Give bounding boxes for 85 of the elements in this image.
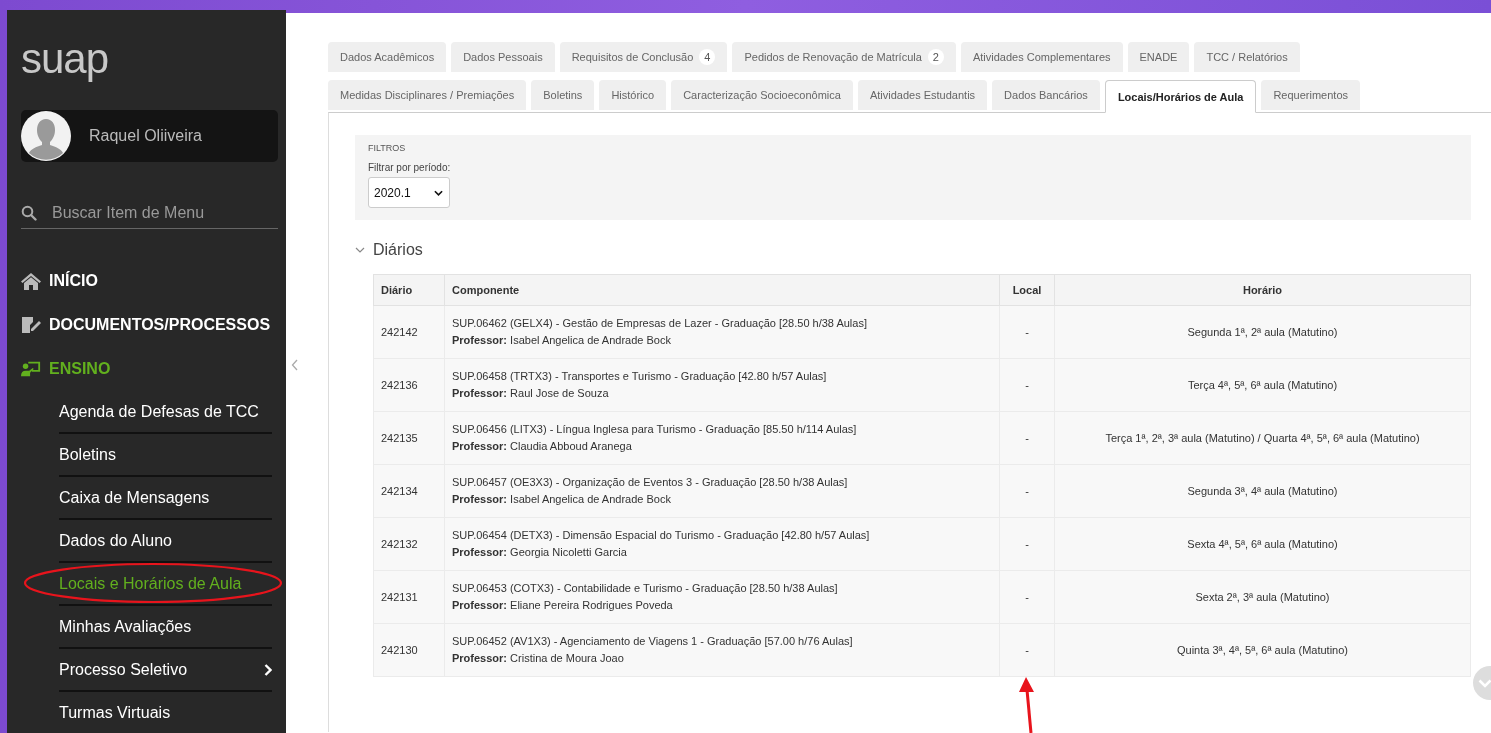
tab[interactable]: Pedidos de Renovação de Matrícula 2 <box>732 42 956 72</box>
table-cell: Segunda 3ª, 4ª aula (Matutino) <box>1054 464 1471 518</box>
tab[interactable]: Caracterização Socioeconômica <box>671 80 853 110</box>
professor-text: Professor: Isabel Angelica de Andrade Bock <box>452 492 672 507</box>
table-cell: Sexta 2ª, 3ª aula (Matutino) <box>1054 570 1471 624</box>
professor-text: Professor: Isabel Angelica de Andrade Bock <box>452 333 672 348</box>
table-cell: Quinta 3ª, 4ª, 5ª, 6ª aula (Matutino) <box>1054 623 1471 677</box>
component-text: SUP.06456 (LITX3) - Língua Inglesa para Turismo - Graduação [85.50 h/114 Aulas] <box>452 422 858 437</box>
presentation-icon <box>21 360 41 378</box>
collapse-chevron-icon[interactable] <box>355 247 365 253</box>
table-cell: 242142 <box>373 305 445 359</box>
component-text: SUP.06462 (GELX4) - Gestão de Empresas de Lazer - Graduação [28.50 h/38 Aulas] <box>452 316 868 331</box>
table-cell: - <box>999 305 1055 359</box>
table-cell: 242136 <box>373 358 445 412</box>
submenu-item[interactable]: Caixa de Mensagens <box>59 477 272 520</box>
logo-text: suap <box>21 34 110 84</box>
submenu-item[interactable]: Processo Seletivo <box>59 649 272 692</box>
component-text: SUP.06457 (OE3X3) - Organização de Eventos 3 - Graduação [28.50 h/38 Aulas] <box>452 475 849 490</box>
tab[interactable]: Medidas Disciplinares / Premiações <box>328 80 527 110</box>
table-cell: Sexta 4ª, 5ª, 6ª aula (Matutino) <box>1054 517 1471 571</box>
component-text: SUP.06458 (TRTX3) - Transportes e Turismo - Graduação [42.80 h/57 Aulas] <box>452 369 828 384</box>
tab[interactable]: Histórico <box>599 80 667 110</box>
tab[interactable]: Dados Pessoais <box>451 42 555 72</box>
professor-text: Professor: Raul Jose de Souza <box>452 386 610 401</box>
menu-item[interactable]: DOCUMENTOS/PROCESSOS <box>21 303 278 347</box>
table-cell: - <box>999 411 1055 465</box>
section-title: Diários <box>373 241 423 259</box>
count-badge: 2 <box>927 49 944 65</box>
table-cell: Terça 1ª, 2ª, 3ª aula (Matutino) / Quarta 4ª, 5ª, 6ª aula (Matutino) <box>1054 411 1471 465</box>
table-cell: - <box>999 358 1055 412</box>
component-text: SUP.06452 (AV1X3) - Agenciamento de Viagens 1 - Graduação [57.00 h/76 Aulas] <box>452 634 854 649</box>
filter-label: Filtrar por período: <box>368 162 452 173</box>
tab[interactable]: Locais/Horários de Aula <box>1104 80 1257 113</box>
chevron-left-icon[interactable] <box>291 359 299 371</box>
submenu-item[interactable]: Locais e Horários de Aula <box>59 563 272 606</box>
period-select[interactable]: 2020.1 <box>368 177 450 208</box>
tab[interactable]: ENADE <box>1127 42 1190 72</box>
column-header: Horário <box>1054 274 1471 306</box>
table-cell: - <box>999 464 1055 518</box>
table-cell: Segunda 1ª, 2ª aula (Matutino) <box>1054 305 1471 359</box>
table-cell: 242130 <box>373 623 445 677</box>
tab[interactable]: Dados Bancários <box>992 80 1100 110</box>
tab[interactable]: Requerimentos <box>1261 80 1360 110</box>
user-name: Raquel Oliiveira <box>89 127 202 145</box>
search-icon <box>21 205 37 221</box>
submenu-item[interactable]: Turmas Virtuais <box>59 692 272 733</box>
table-cell: 242135 <box>373 411 445 465</box>
table-cell: 242132 <box>373 517 445 571</box>
count-badge: 4 <box>699 49 716 65</box>
tab[interactable]: Boletins <box>531 80 595 110</box>
professor-text: Professor: Cristina de Moura Joao <box>452 651 625 666</box>
column-header: Componente <box>444 274 1000 306</box>
table-cell: - <box>999 517 1055 571</box>
tab[interactable]: TCC / Relatórios <box>1194 42 1300 72</box>
table-cell: - <box>999 570 1055 624</box>
component-text: SUP.06454 (DETX3) - Dimensão Espacial do Turismo - Graduação [42.80 h/57 Aulas] <box>452 528 871 543</box>
menu-search-field[interactable]: Buscar Item de Menu <box>52 204 272 222</box>
home-icon <box>21 272 41 290</box>
avatar-icon <box>21 111 71 161</box>
tab[interactable]: Requisitos de Conclusão 4 <box>559 42 728 72</box>
submenu-item[interactable]: Agenda de Defesas de TCC <box>59 391 272 434</box>
table-cell: Terça 4ª, 5ª, 6ª aula (Matutino) <box>1054 358 1471 412</box>
submenu-item[interactable]: Minhas Avaliações <box>59 606 272 649</box>
column-header: Diário <box>373 274 445 306</box>
dropdown-caret-icon <box>434 189 443 196</box>
document-pen-icon <box>21 316 41 334</box>
column-header: Local <box>999 274 1055 306</box>
tab[interactable]: Dados Acadêmicos <box>328 42 447 72</box>
table-cell: - <box>999 623 1055 677</box>
professor-text: Professor: Eliane Pereira Rodrigues Poveda <box>452 598 674 613</box>
menu-item[interactable]: INÍCIO <box>21 259 278 303</box>
chevron-down-icon <box>1478 678 1491 688</box>
user-card[interactable]: Raquel Oliiveira <box>21 110 278 162</box>
submenu-item[interactable]: Dados do Aluno <box>59 520 272 563</box>
professor-text: Professor: Claudia Abboud Aranega <box>452 439 633 454</box>
table-cell: 242131 <box>373 570 445 624</box>
professor-text: Professor: Georgia Nicoletti Garcia <box>452 545 628 560</box>
annotation-arrow <box>1019 677 1034 733</box>
component-text: SUP.06453 (COTX3) - Contabilidade e Turismo - Graduação [28.50 h/38 Aulas] <box>452 581 839 596</box>
submenu-item[interactable]: Boletins <box>59 434 272 477</box>
tab[interactable]: Atividades Estudantis <box>857 80 988 110</box>
tab[interactable]: Atividades Complementares <box>960 42 1123 72</box>
filter-title: FILTROS <box>368 143 407 153</box>
menu-item[interactable]: ENSINO <box>21 347 278 391</box>
table-cell: 242134 <box>373 464 445 518</box>
